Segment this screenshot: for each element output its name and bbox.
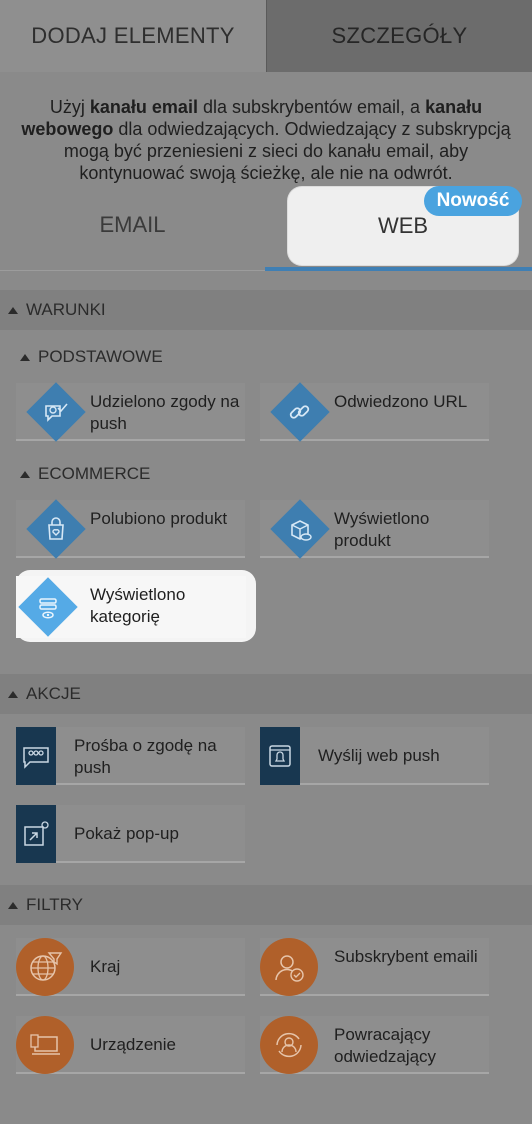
subsection-basic-label: PODSTAWOWE: [38, 347, 163, 366]
collapse-triangle-icon: [8, 306, 18, 314]
web-push-icon: [260, 727, 300, 785]
globe-filter-icon: [16, 938, 74, 996]
collapse-triangle-icon: [8, 690, 18, 698]
subsection-ecommerce[interactable]: ECOMMERCE: [16, 464, 150, 484]
section-conditions[interactable]: WARUNKI: [0, 290, 532, 330]
filter-returning-visitor[interactable]: Powracający odwiedzający: [260, 1016, 489, 1074]
action-popup-label: Pokaż pop-up: [74, 824, 179, 843]
collapse-triangle-icon: [20, 353, 30, 361]
section-conditions-label: WARUNKI: [26, 300, 106, 319]
tab-details[interactable]: SZCZEGÓŁY: [266, 0, 532, 72]
intro-text: Użyj kanału email dla subskrybentów emai…: [14, 96, 518, 184]
filter-device[interactable]: Urządzenie: [16, 1016, 245, 1074]
tab-add-elements[interactable]: DODAJ ELEMENTY: [0, 0, 266, 72]
filter-device-label: Urządzenie: [90, 1035, 176, 1054]
device-icon: [16, 1016, 74, 1074]
popup-icon: [16, 805, 56, 863]
action-consent-request[interactable]: Prośba o zgodę na push: [16, 727, 245, 785]
subscriber-check-icon: [260, 938, 318, 996]
action-web-push[interactable]: Wyślij web push: [260, 727, 489, 785]
action-popup[interactable]: Pokaż pop-up: [16, 805, 245, 863]
action-consent-request-label: Prośba o zgodę na push: [74, 736, 217, 777]
section-actions-label: AKCJE: [26, 684, 81, 703]
condition-push-consent-label: Udzielono zgody na push: [90, 392, 240, 433]
returning-visitor-icon: [260, 1016, 318, 1074]
top-tabs: DODAJ ELEMENTY SZCZEGÓŁY: [0, 0, 532, 72]
new-badge: Nowość: [424, 186, 522, 216]
condition-visited-url-label: Odwiedzono URL: [334, 392, 468, 411]
section-actions[interactable]: AKCJE: [0, 674, 532, 714]
link-icon: [268, 380, 332, 444]
filter-country-label: Kraj: [90, 957, 121, 976]
condition-viewed-category[interactable]: Wyświetlono kategorię: [16, 576, 246, 638]
section-filters[interactable]: FILTRY: [0, 885, 532, 925]
intro-part-2: dla subskrybentów email, a: [197, 97, 426, 117]
push-consent-icon: [24, 380, 88, 444]
channel-email-tab[interactable]: EMAIL: [0, 185, 265, 265]
section-filters-label: FILTRY: [26, 895, 83, 914]
condition-viewed-category-label: Wyświetlono kategorię: [90, 585, 186, 626]
liked-product-icon: [24, 497, 88, 561]
intro-part-1: Użyj: [49, 97, 90, 117]
collapse-triangle-icon: [8, 901, 18, 909]
condition-push-consent[interactable]: Udzielono zgody na push: [16, 380, 245, 444]
condition-visited-url[interactable]: Odwiedzono URL: [260, 380, 489, 444]
filter-email-subscriber[interactable]: Subskrybent emaili: [260, 938, 489, 996]
condition-viewed-product[interactable]: Wyświetlono produkt: [260, 497, 489, 561]
filter-email-subscriber-label: Subskrybent emaili: [334, 947, 478, 966]
subsection-basic[interactable]: PODSTAWOWE: [16, 347, 163, 367]
viewed-product-icon: [268, 497, 332, 561]
condition-viewed-product-label: Wyświetlono produkt: [334, 509, 430, 550]
action-web-push-label: Wyślij web push: [318, 746, 440, 765]
subsection-ecommerce-label: ECOMMERCE: [38, 464, 151, 483]
condition-liked-product-label: Polubiono produkt: [90, 509, 228, 528]
consent-request-icon: [16, 727, 56, 785]
filter-country[interactable]: Kraj: [16, 938, 245, 996]
viewed-category-icon: [16, 575, 80, 639]
intro-bold-1: kanału email: [89, 97, 198, 117]
intro-part-3: dla odwiedzających. Odwiedzający z subsk…: [63, 119, 511, 183]
collapse-triangle-icon: [20, 470, 30, 478]
filter-returning-visitor-label: Powracający odwiedzający: [334, 1025, 437, 1066]
channel-active-underline: [265, 267, 532, 271]
condition-liked-product[interactable]: Polubiono produkt: [16, 497, 245, 561]
